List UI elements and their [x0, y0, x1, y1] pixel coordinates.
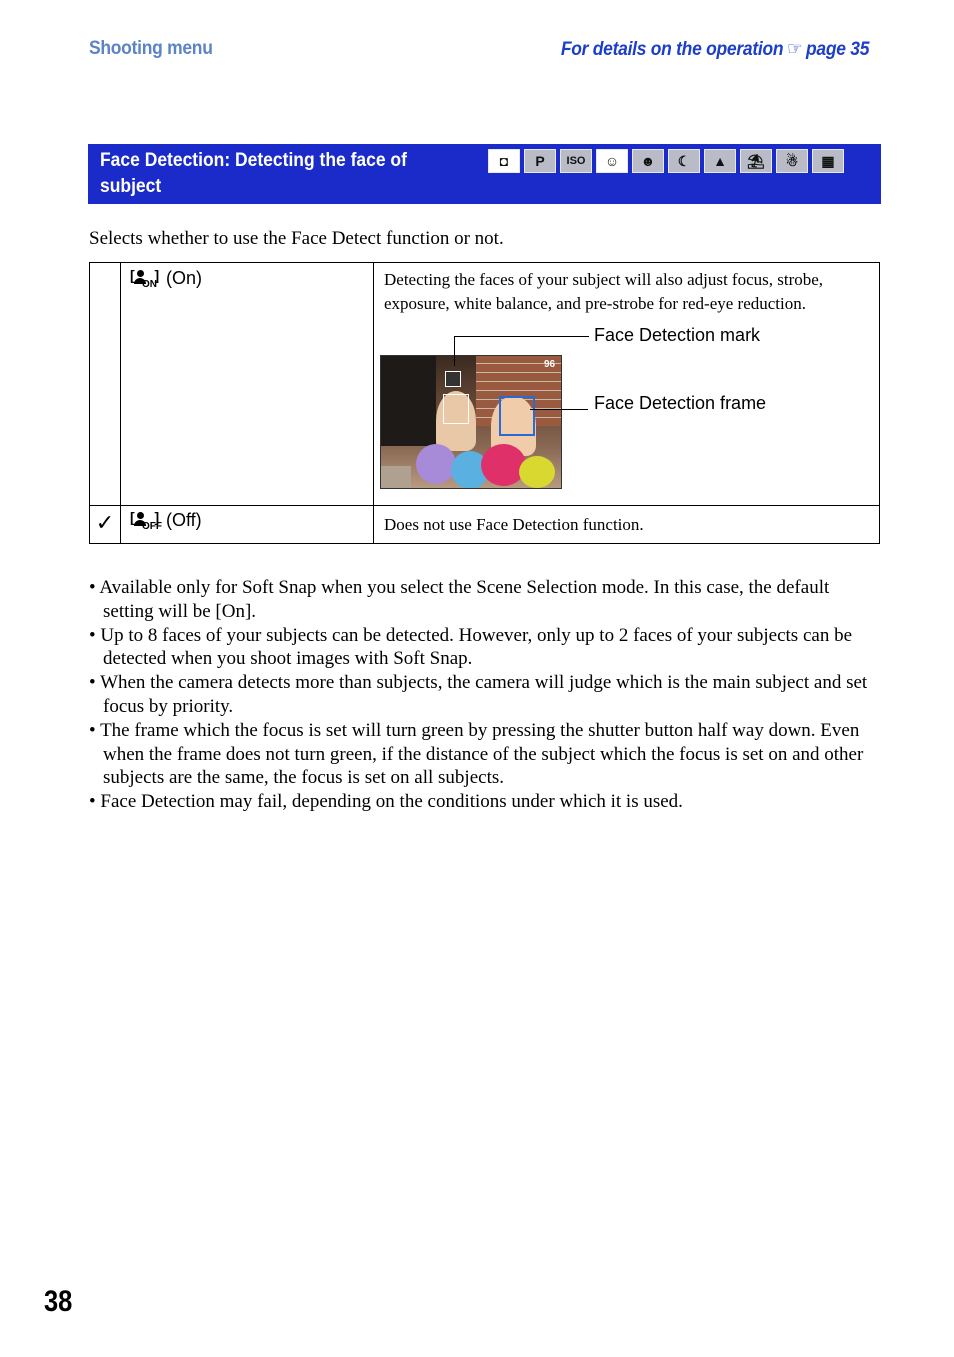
note-item: Face Detection may fail, depending on th…	[89, 790, 879, 814]
movie-icon: ▦	[812, 149, 844, 173]
example-illustration: 96 Face Detection mark Face Detection fr…	[374, 315, 879, 505]
beach-icon: ⛱	[740, 149, 772, 173]
note-item: Available only for Soft Snap when you se…	[89, 576, 879, 624]
option-label: (On)	[166, 268, 202, 288]
title-bar: Face Detection: Detecting the face of su…	[88, 144, 881, 204]
face-detection-frame	[499, 396, 535, 436]
page-reference[interactable]: For details on the operation ☞ page 35	[560, 38, 870, 61]
callout-face-detection-frame: Face Detection frame	[594, 393, 767, 413]
landscape-icon: ▲	[704, 149, 736, 173]
shot-counter: 96	[544, 359, 556, 370]
notes-list: Available only for Soft Snap when you se…	[89, 576, 879, 814]
soft-snap-icon: ☺	[596, 149, 628, 173]
reference-page: page 35	[805, 39, 869, 60]
program-icon: P	[524, 149, 556, 173]
option-description: Does not use Face Detection function.	[384, 515, 644, 534]
option-row-off: ✓ [ ] OFF (Off) Does not use Face Detecti…	[89, 505, 880, 544]
default-check-icon: ✓	[89, 505, 121, 544]
page-number: 38	[44, 1285, 73, 1318]
option-row-on: [ ] ON (On) Detecting the faces of your s…	[89, 262, 880, 506]
note-item: Up to 8 faces of your subjects can be de…	[89, 624, 879, 672]
default-marker-cell	[89, 262, 121, 506]
intro-text: Selects whether to use the Face Detect f…	[89, 228, 504, 249]
callout-face-detection-mark: Face Detection mark	[594, 325, 761, 345]
face-detection-on-icon: [ ] ON	[130, 267, 164, 290]
face-detection-frame-secondary	[443, 394, 469, 424]
page-title: Face Detection: Detecting the face of su…	[100, 150, 407, 197]
option-description-cell: Does not use Face Detection function.	[373, 505, 880, 544]
option-description-cell: Detecting the faces of your subject will…	[373, 262, 880, 506]
option-label-cell: [ ] ON (On)	[120, 262, 374, 506]
twilight-icon: ☾	[668, 149, 700, 173]
reference-prefix: For details on the operation	[560, 39, 784, 60]
mode-icons: ◘ P ISO ☺ ☻ ☾ ▲ ⛱ ☃ ▦	[488, 149, 844, 173]
note-item: When the camera detects more than subjec…	[89, 671, 879, 719]
face-detection-off-icon: [ ] OFF	[130, 509, 164, 532]
example-photo: 96	[380, 355, 562, 489]
auto-camera-icon: ◘	[488, 149, 520, 173]
pointing-hand-icon: ☞	[786, 39, 803, 60]
twilight-portrait-icon: ☻	[632, 149, 664, 173]
option-label: (Off)	[166, 510, 202, 530]
option-label-cell: [ ] OFF (Off)	[120, 505, 374, 544]
snow-icon: ☃	[776, 149, 808, 173]
high-sensitivity-iso-icon: ISO	[560, 149, 592, 173]
section-header: Shooting menu	[89, 38, 213, 59]
note-item: The frame which the focus is set will tu…	[89, 719, 879, 790]
face-detection-mark-icon	[445, 371, 461, 387]
options-table: [ ] ON (On) Detecting the faces of your s…	[89, 262, 880, 544]
option-description: Detecting the faces of your subject will…	[384, 270, 824, 313]
